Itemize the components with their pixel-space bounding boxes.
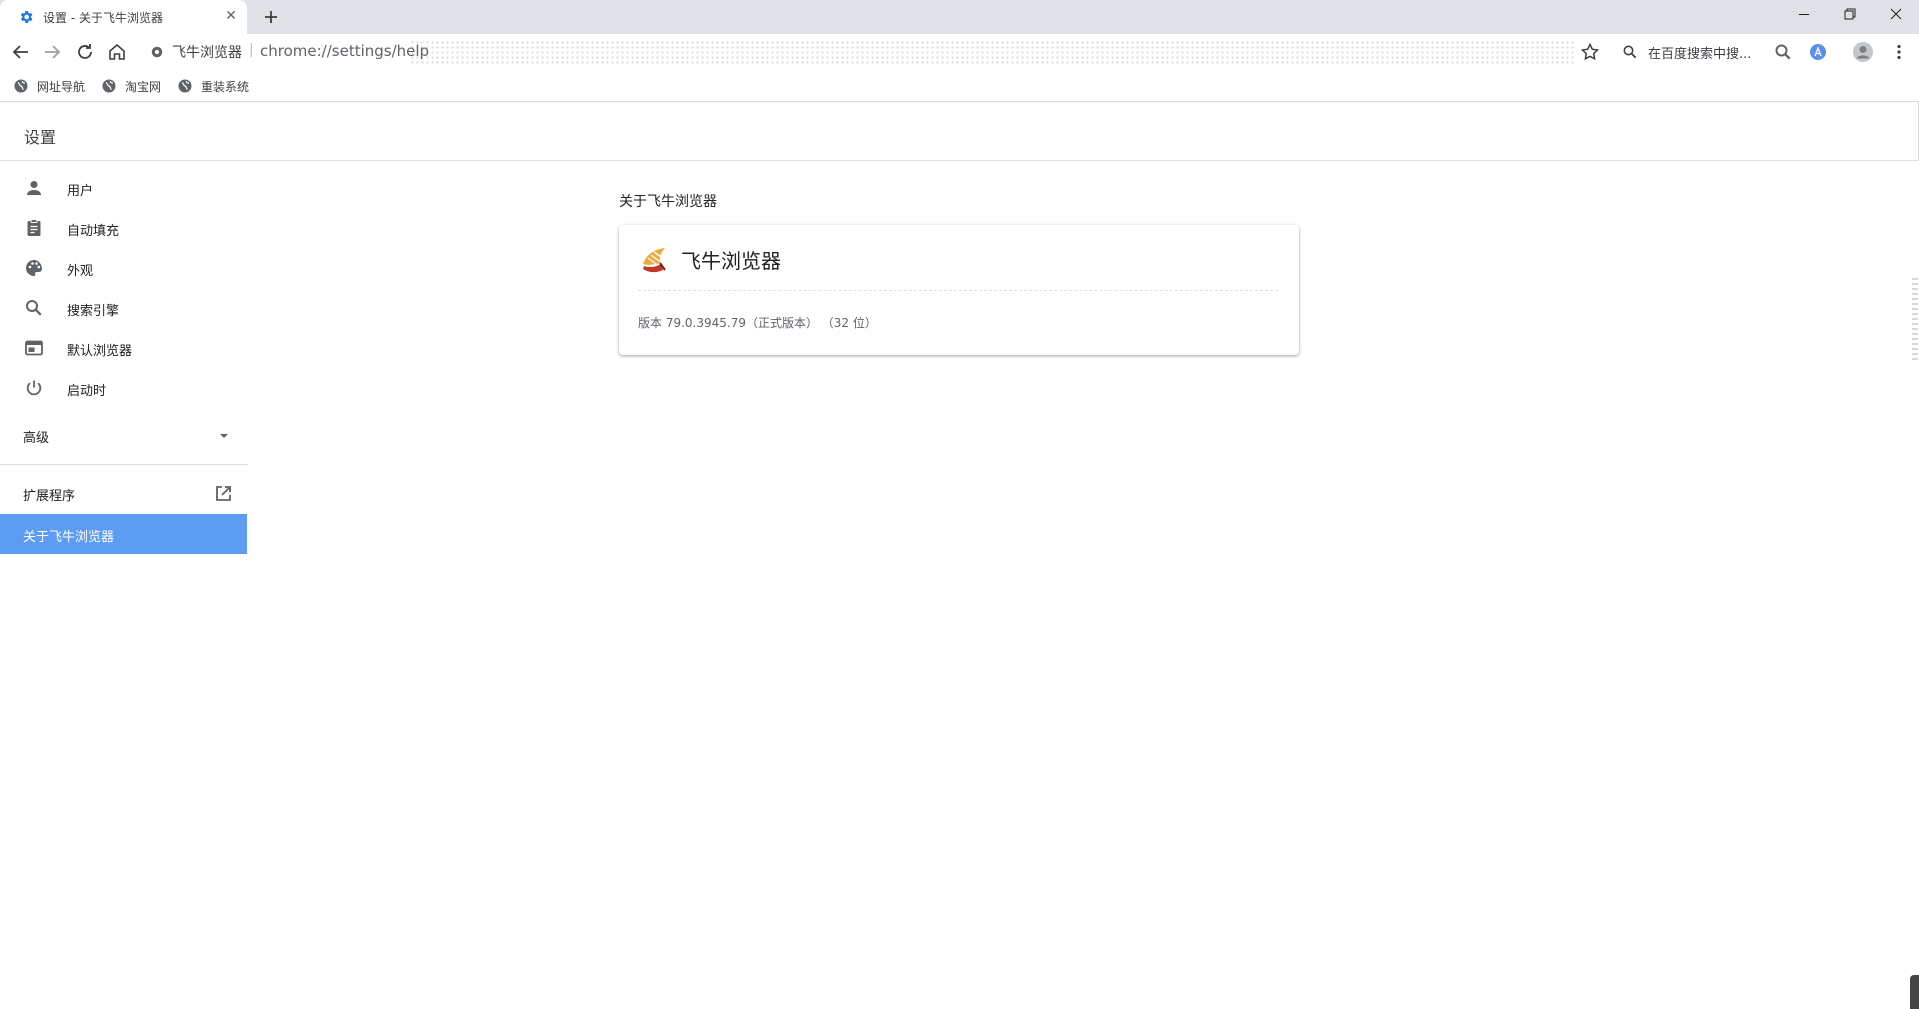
url-text[interactable]: chrome://settings/help: [260, 42, 429, 60]
sidebar-item-label: 用户: [67, 184, 94, 199]
section-title: 关于飞牛浏览器: [619, 194, 717, 210]
sidebar-item-label: 默认浏览器: [67, 344, 133, 359]
sidebar-item-label: 外观: [67, 264, 94, 279]
bookmarks-bar: [0, 70, 1919, 102]
person-icon: [27, 181, 41, 195]
sidebar-item-autofill[interactable]: 自动填充: [0, 208, 248, 248]
open-in-new-icon[interactable]: [213, 484, 233, 504]
restore-icon[interactable]: [1827, 0, 1873, 30]
product-name: 飞牛浏览器: [681, 249, 781, 273]
new-tab-icon[interactable]: [260, 6, 282, 28]
about-label: 关于飞牛浏览器: [23, 530, 115, 545]
bookmark-label: 淘宝网: [125, 79, 162, 94]
minimize-icon[interactable]: [1781, 0, 1827, 30]
advanced-label: 高级: [23, 431, 50, 446]
sidebar-item-users[interactable]: 用户: [0, 168, 248, 208]
back-arrow-icon[interactable]: [7, 38, 35, 66]
search-go-icon[interactable]: [1773, 42, 1793, 62]
sidebar-divider: [0, 464, 248, 465]
bookmark-item[interactable]: 网址导航: [13, 76, 85, 96]
sidebar-item-label: 搜索引擎: [67, 304, 120, 319]
reload-icon[interactable]: [71, 38, 99, 66]
browser-window-icon: [25, 340, 43, 356]
search-box-text[interactable]: 在百度搜索中搜...: [1648, 43, 1751, 62]
close-window-icon[interactable]: [1873, 0, 1919, 30]
url-separator: |: [249, 42, 254, 58]
search-icon: [1623, 45, 1637, 59]
sidebar-item-search-engine[interactable]: 搜索引擎: [0, 288, 248, 328]
clipboard-icon: [27, 219, 41, 236]
card-divider: [638, 290, 1278, 291]
globe-icon: [102, 79, 116, 93]
tab-title: 设置 - 关于飞牛浏览器: [43, 11, 163, 25]
scroll-handle[interactable]: [1910, 975, 1919, 1009]
globe-icon: [178, 79, 192, 93]
version-text: 版本 79.0.3945.79（正式版本） （32 位）: [638, 316, 877, 330]
tab-strip: [0, 0, 1919, 34]
bookmark-label: 重装系统: [201, 79, 250, 94]
bookmark-item[interactable]: 重装系统: [177, 76, 249, 96]
bookmark-item[interactable]: 淘宝网: [101, 76, 161, 96]
site-name: 飞牛浏览器: [172, 45, 242, 61]
bookmark-label: 网址导航: [37, 79, 86, 94]
page-title: 设置: [24, 128, 57, 147]
sidebar-item-on-startup[interactable]: 启动时: [0, 368, 248, 408]
sidebar-item-default-browser[interactable]: 默认浏览器: [0, 328, 248, 368]
site-info-icon[interactable]: [150, 45, 164, 59]
bookmark-star-icon[interactable]: [1578, 40, 1602, 64]
browser-logo-icon: [643, 248, 666, 273]
settings-header: [0, 102, 1919, 161]
edge-marks: [1912, 278, 1918, 360]
translate-icon[interactable]: [1808, 42, 1828, 62]
tab-close-icon[interactable]: ✕: [222, 7, 240, 25]
globe-icon: [14, 79, 28, 93]
sidebar-item-label: 自动填充: [67, 224, 120, 239]
dropdown-arrow-icon[interactable]: [216, 428, 232, 444]
sidebar-item-label: 启动时: [67, 384, 107, 399]
extensions-label: 扩展程序: [23, 489, 76, 504]
profile-avatar-icon[interactable]: [1852, 41, 1874, 63]
sidebar-item-appearance[interactable]: 外观: [0, 248, 248, 288]
search-icon: [26, 300, 42, 316]
home-icon[interactable]: [103, 38, 131, 66]
more-menu-icon[interactable]: [1888, 41, 1910, 63]
forward-arrow-icon[interactable]: [38, 38, 66, 66]
palette-icon: [26, 260, 42, 276]
omnibox-texture: [410, 40, 1575, 64]
gear-icon: [20, 11, 33, 23]
power-icon: [26, 380, 42, 396]
